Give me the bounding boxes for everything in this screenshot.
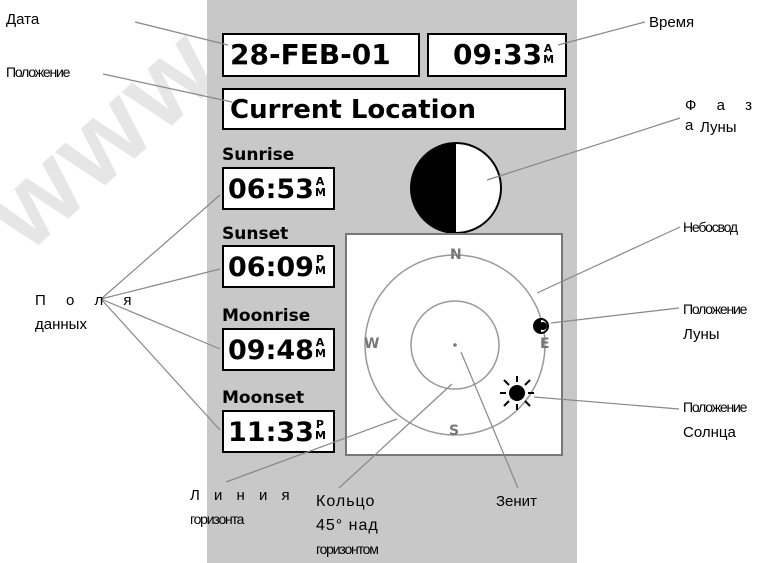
annotation-horizon-1: Л и н и я bbox=[190, 487, 295, 504]
annotation-moon-position-2: Луны bbox=[683, 326, 720, 343]
annotation-horizon-2: горизонта bbox=[190, 511, 244, 527]
annotation-sun-position-2: Солнца bbox=[683, 424, 736, 441]
annotation-zenith: Зенит bbox=[496, 493, 537, 510]
annotation-date: Дата bbox=[6, 11, 40, 28]
annotation-position: Положение bbox=[6, 64, 70, 80]
annotation-time: Время bbox=[649, 14, 695, 31]
annotation-moon-phase-2: Луны bbox=[700, 119, 737, 136]
annotation-sky: Небосвод bbox=[683, 219, 738, 235]
annotation-moon-position-1: Положение bbox=[683, 301, 747, 317]
annotation-sun-position-1: Положение bbox=[683, 399, 747, 415]
annotation-data-fields-2: данных bbox=[35, 316, 87, 333]
leader-lines bbox=[100, 21, 681, 489]
annotation-ring-3: горизонтом bbox=[316, 541, 379, 557]
annotation-data-fields-1: П о л я bbox=[35, 292, 140, 309]
annotation-ring-2: 45° над bbox=[316, 517, 379, 534]
annotation-ring-1: Кольцо bbox=[316, 493, 376, 510]
